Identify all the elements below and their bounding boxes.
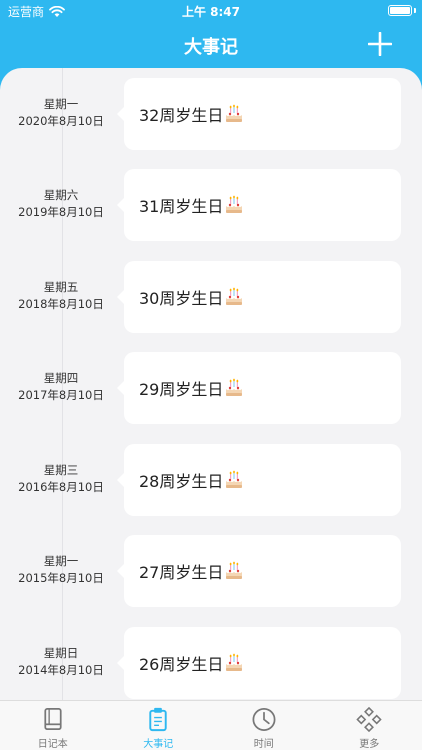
event-card[interactable]: 28周岁生日 [117, 444, 401, 516]
event-card[interactable]: 27周岁生日 [117, 535, 401, 607]
event-date: 星期三 2016年8月10日 [0, 462, 122, 496]
birthday-cake-icon [226, 653, 243, 671]
tab-label: 更多 [359, 739, 380, 750]
event-title: 26周岁生日 [139, 655, 224, 674]
event-row: 星期四 2017年8月10日 29周岁生日 [0, 352, 422, 424]
event-date: 星期六 2019年8月10日 [0, 187, 122, 221]
plus-icon [367, 31, 393, 57]
event-weekday: 星期三 [43, 463, 79, 477]
event-date: 星期一 2020年8月10日 [0, 96, 122, 130]
event-full-date: 2019年8月10日 [18, 205, 104, 219]
event-date: 星期一 2015年8月10日 [0, 553, 122, 587]
status-time: 上午 8:47 [181, 5, 241, 19]
event-date: 星期五 2018年8月10日 [0, 279, 122, 313]
event-title: 30周岁生日 [139, 289, 224, 308]
event-timeline[interactable]: 星期一 2020年8月10日 32周岁生日 星期六 2019年8月10日 31周… [0, 68, 422, 700]
event-full-date: 2018年8月10日 [18, 297, 104, 311]
birthday-cake-icon [226, 470, 243, 488]
clipboard-icon [149, 707, 167, 732]
page-title: 大事记 [184, 37, 238, 58]
event-weekday: 星期五 [43, 280, 79, 294]
event-row: 星期三 2016年8月10日 28周岁生日 [0, 444, 422, 516]
event-row: 星期六 2019年8月10日 31周岁生日 [0, 169, 422, 241]
event-weekday: 星期六 [43, 188, 79, 202]
tab-more[interactable]: 更多 [317, 701, 422, 750]
event-weekday: 星期四 [43, 371, 79, 385]
birthday-cake-icon [226, 561, 243, 579]
tab-label: 时间 [253, 739, 274, 750]
event-title: 32周岁生日 [139, 106, 224, 125]
event-row: 星期五 2018年8月10日 30周岁生日 [0, 261, 422, 333]
tab-label: 大事记 [143, 739, 174, 750]
nav-bar: 大事记 [0, 22, 422, 68]
add-event-button[interactable] [367, 31, 393, 57]
notebook-icon [44, 708, 62, 731]
event-row: 星期日 2014年8月10日 26周岁生日 [0, 627, 422, 699]
event-date: 星期四 2017年8月10日 [0, 370, 122, 404]
diamond-grid-icon [356, 706, 382, 733]
birthday-cake-icon [226, 287, 243, 305]
tab-events[interactable]: 大事记 [106, 701, 212, 750]
event-row: 星期一 2015年8月10日 27周岁生日 [0, 535, 422, 607]
event-full-date: 2014年8月10日 [18, 663, 104, 677]
event-title: 31周岁生日 [139, 197, 224, 216]
tab-label: 日记本 [37, 739, 68, 750]
event-title: 28周岁生日 [139, 472, 224, 491]
event-full-date: 2016年8月10日 [18, 480, 104, 494]
clock-icon [252, 708, 276, 731]
birthday-cake-icon [226, 104, 243, 122]
event-card[interactable]: 30周岁生日 [117, 261, 401, 333]
event-title: 29周岁生日 [139, 380, 224, 399]
battery-cap [414, 8, 416, 13]
event-full-date: 2015年8月10日 [18, 571, 104, 585]
event-date: 星期日 2014年8月10日 [0, 645, 122, 679]
tab-time[interactable]: 时间 [211, 701, 317, 750]
event-card[interactable]: 31周岁生日 [117, 169, 401, 241]
event-full-date: 2017年8月10日 [18, 388, 104, 402]
tab-bar: 日记本 大事记 时间 更多 [0, 700, 422, 750]
event-weekday: 星期一 [43, 554, 79, 568]
birthday-cake-icon [226, 195, 243, 213]
battery-icon [388, 5, 412, 16]
status-bar: 运营商 上午 8:47 [0, 0, 422, 22]
event-card[interactable]: 26周岁生日 [117, 627, 401, 699]
tab-diary[interactable]: 日记本 [0, 701, 106, 750]
event-full-date: 2020年8月10日 [18, 114, 104, 128]
event-weekday: 星期日 [43, 646, 79, 660]
event-card[interactable]: 29周岁生日 [117, 352, 401, 424]
event-title: 27周岁生日 [139, 563, 224, 582]
birthday-cake-icon [226, 378, 243, 396]
event-row: 星期一 2020年8月10日 32周岁生日 [0, 78, 422, 150]
event-weekday: 星期一 [43, 97, 79, 111]
event-card[interactable]: 32周岁生日 [117, 78, 401, 150]
